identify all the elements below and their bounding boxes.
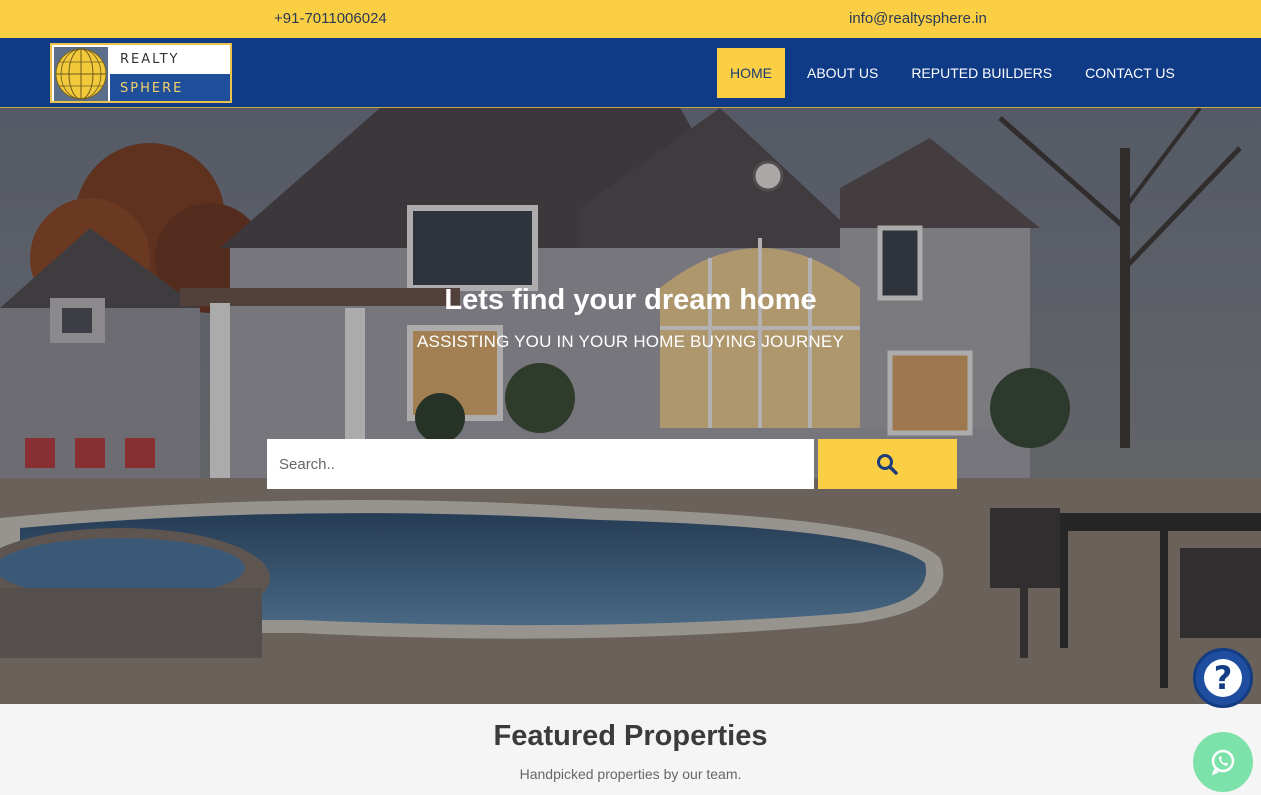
top-contact-bar: +91-7011006024 info@realtysphere.in [0,0,1261,38]
hero-dark-overlay [0,108,1261,704]
nav-item-home[interactable]: HOME [717,48,785,98]
hero-section: Lets find your dream home ASSISTING YOU … [0,108,1261,704]
nav-item-reputed-builders[interactable]: REPUTED BUILDERS [898,48,1065,98]
property-search-input[interactable] [267,439,814,489]
featured-subtitle: Handpicked properties by our team. [519,766,742,782]
site-logo[interactable]: REALTY SPHERE [50,43,232,103]
featured-title: Featured Properties [493,720,768,752]
globe-icon [54,47,108,101]
question-icon: ? [1204,659,1242,697]
nav-item-about-us[interactable]: ABOUT US [794,48,891,98]
main-navbar: REALTY SPHERE HOME ABOUT US REPUTED BUIL… [0,38,1261,108]
featured-properties-section: Featured Properties Handpicked propertie… [0,704,1261,795]
nav-item-contact-us[interactable]: CONTACT US [1072,48,1188,98]
nav-menu: HOME ABOUT US REPUTED BUILDERS CONTACT U… [717,48,1188,98]
hero-title: Lets find your dream home [444,284,817,316]
logo-word-realty: REALTY [120,52,180,67]
hero-subtitle: ASSISTING YOU IN YOUR HOME BUYING JOURNE… [417,332,844,351]
help-chat-button[interactable]: ? [1193,648,1253,708]
magnifier-icon [877,454,898,475]
whatsapp-icon [1211,749,1235,776]
phone-number-link[interactable]: +91-7011006024 [274,10,387,27]
logo-word-sphere: SPHERE [120,81,184,96]
email-link[interactable]: info@realtysphere.in [849,10,987,27]
search-button[interactable] [818,439,957,489]
whatsapp-button[interactable] [1193,732,1253,792]
